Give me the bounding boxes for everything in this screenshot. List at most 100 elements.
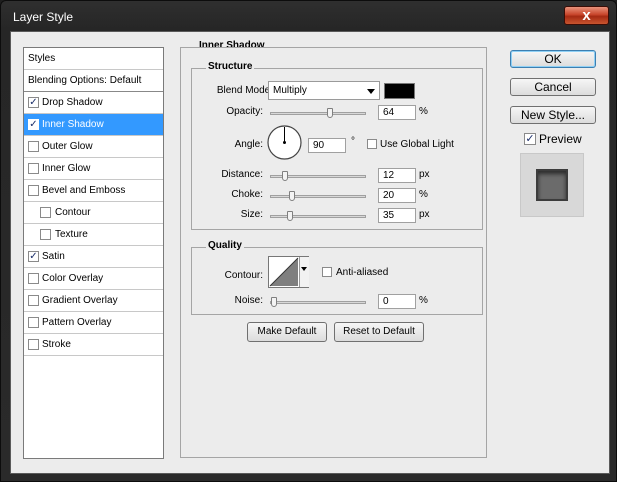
style-item-label: Bevel and Emboss (42, 185, 126, 196)
ok-button[interactable]: OK (510, 50, 596, 68)
blend-mode-value: Multiply (273, 85, 307, 96)
style-item-texture[interactable]: Texture (24, 224, 163, 246)
preview-checkbox[interactable]: ✓ (524, 133, 536, 145)
angle-dial-icon (267, 125, 302, 160)
opacity-slider[interactable] (270, 108, 366, 118)
opacity-unit: % (419, 106, 428, 117)
style-item-pattern-overlay[interactable]: Pattern Overlay (24, 312, 163, 334)
layer-style-dialog: Layer Style x Styles Blending Options: D… (0, 0, 617, 482)
angle-label: Angle: (234, 139, 263, 150)
style-item-drop-shadow[interactable]: ✓ Drop Shadow (24, 92, 163, 114)
style-checkbox[interactable] (28, 295, 39, 306)
style-checkbox[interactable] (40, 207, 51, 218)
style-item-label: Color Overlay (42, 273, 104, 284)
style-checkbox[interactable]: ✓ (28, 251, 39, 262)
choke-slider-thumb[interactable] (289, 191, 295, 201)
window-title: Layer Style (13, 10, 74, 24)
preview-swatch (536, 169, 568, 201)
anti-aliased-checkbox[interactable] (322, 267, 332, 277)
noise-unit: % (419, 295, 428, 306)
blend-mode-select[interactable]: Multiply (268, 81, 380, 100)
opacity-slider-thumb[interactable] (327, 108, 333, 118)
choke-unit: % (419, 189, 428, 200)
distance-input[interactable]: 12 (378, 168, 416, 183)
style-checkbox[interactable] (28, 163, 39, 174)
opacity-label: Opacity: (226, 106, 263, 117)
style-item-bevel-and-emboss[interactable]: Bevel and Emboss (24, 180, 163, 202)
noise-slider-thumb[interactable] (271, 297, 277, 307)
angle-input[interactable]: 90 (308, 138, 346, 153)
style-item-label: Contour (55, 207, 91, 218)
close-button[interactable]: x (564, 6, 609, 25)
styles-list: Styles Blending Options: Default ✓ Drop S… (23, 47, 164, 459)
styles-header[interactable]: Styles (24, 48, 163, 70)
structure-title: Structure (206, 61, 255, 72)
style-item-stroke[interactable]: Stroke (24, 334, 163, 356)
size-unit: px (419, 209, 430, 220)
contour-picker[interactable] (268, 256, 309, 288)
styles-header-label: Styles (28, 53, 56, 64)
style-item-satin[interactable]: ✓ Satin (24, 246, 163, 268)
style-item-label: Inner Shadow (42, 119, 104, 130)
style-item-label: Outer Glow (42, 141, 93, 152)
style-item-gradient-overlay[interactable]: Gradient Overlay (24, 290, 163, 312)
anti-aliased-label: Anti-aliased (336, 267, 389, 278)
dialog-body: Styles Blending Options: Default ✓ Drop S… (10, 31, 610, 474)
style-checkbox[interactable] (28, 317, 39, 328)
style-item-label: Texture (55, 229, 88, 240)
contour-preview-icon (269, 257, 299, 287)
style-checkbox[interactable] (28, 185, 39, 196)
checkmark-icon: ✓ (525, 133, 535, 145)
style-item-label: Gradient Overlay (42, 295, 118, 306)
blend-mode-label: Blend Mode: (216, 85, 273, 96)
chevron-down-icon (301, 267, 307, 271)
use-global-light-checkbox[interactable] (367, 139, 377, 149)
style-checkbox[interactable] (28, 141, 39, 152)
style-item-label: Satin (42, 251, 65, 262)
distance-label: Distance: (221, 169, 263, 180)
cancel-button[interactable]: Cancel (510, 78, 596, 96)
blending-options-label: Blending Options: Default (28, 75, 142, 86)
style-item-label: Inner Glow (42, 163, 91, 174)
size-slider[interactable] (270, 211, 366, 221)
new-style-button[interactable]: New Style... (510, 106, 596, 124)
choke-label: Choke: (231, 189, 263, 200)
style-item-color-overlay[interactable]: Color Overlay (24, 268, 163, 290)
style-item-label: Pattern Overlay (42, 317, 112, 328)
preview-label: Preview (539, 132, 582, 146)
style-checkbox[interactable] (28, 273, 39, 284)
distance-slider-thumb[interactable] (282, 171, 288, 181)
opacity-input[interactable]: 64 (378, 105, 416, 120)
choke-slider[interactable] (270, 191, 366, 201)
style-item-inner-glow[interactable]: Inner Glow (24, 158, 163, 180)
size-slider-thumb[interactable] (287, 211, 293, 221)
style-checkbox[interactable]: ✓ (28, 119, 39, 130)
reset-to-default-button[interactable]: Reset to Default (334, 322, 424, 342)
make-default-button[interactable]: Make Default (247, 322, 327, 342)
noise-slider[interactable] (270, 297, 366, 307)
style-item-contour[interactable]: Contour (24, 202, 163, 224)
style-checkbox[interactable] (40, 229, 51, 240)
style-item-label: Stroke (42, 339, 71, 350)
noise-label: Noise: (234, 295, 263, 306)
noise-input[interactable]: 0 (378, 294, 416, 309)
angle-dial[interactable] (267, 125, 302, 160)
chevron-down-icon (367, 89, 375, 94)
size-input[interactable]: 35 (378, 208, 416, 223)
style-item-inner-shadow[interactable]: ✓ Inner Shadow (24, 114, 163, 136)
style-preview-thumbnail (520, 153, 584, 217)
style-checkbox[interactable]: ✓ (28, 97, 39, 108)
size-label: Size: (240, 209, 263, 220)
style-checkbox[interactable] (28, 339, 39, 350)
choke-input[interactable]: 20 (378, 188, 416, 203)
distance-slider[interactable] (270, 171, 366, 181)
shadow-color-swatch[interactable] (384, 83, 415, 99)
inner-shadow-panel: Structure Blend Mode: Multiply Opacity: … (180, 47, 487, 458)
style-item-outer-glow[interactable]: Outer Glow (24, 136, 163, 158)
distance-unit: px (419, 169, 430, 180)
quality-title: Quality (206, 240, 244, 251)
blending-options-item[interactable]: Blending Options: Default (24, 70, 163, 92)
angle-unit: ° (351, 136, 355, 147)
contour-label: Contour: (224, 270, 263, 281)
contour-dropdown-arrow[interactable] (299, 257, 309, 287)
